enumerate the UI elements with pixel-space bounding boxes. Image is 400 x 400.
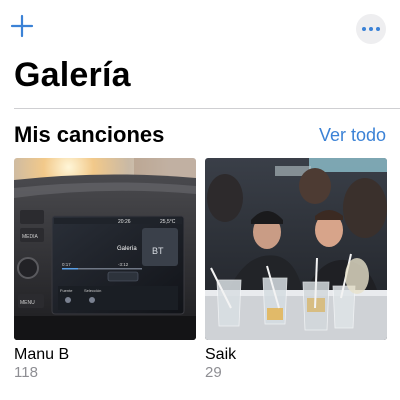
song-card-manu-b[interactable]: MEDIA MENU 20:26 25,5°C Galería BT 0:17 … (14, 158, 196, 382)
card-title: Saik (205, 346, 237, 363)
plus-icon (10, 14, 34, 38)
screen-selection-label: Selección (84, 288, 101, 293)
screen-source-label: Fuente (60, 288, 73, 293)
card-title: Manu B (14, 346, 70, 363)
screen-time-right: -3:12 (118, 262, 129, 267)
album-thumbnail[interactable]: MEDIA MENU 20:26 25,5°C Galería BT 0:17 … (14, 158, 196, 340)
more-options-button[interactable] (356, 14, 386, 44)
see-all-link[interactable]: Ver todo (319, 125, 386, 146)
page-title: Galería (14, 56, 131, 94)
song-card-saik[interactable]: Saik 29 (205, 158, 387, 382)
card-count: 118 (14, 364, 38, 381)
top-bar (0, 0, 400, 60)
party-photo (205, 158, 387, 340)
screen-clock: 20:26 (118, 219, 131, 225)
divider (14, 108, 400, 109)
dash-media-label: MEDIA (22, 234, 39, 240)
screen-time-left: 0:17 (62, 262, 71, 267)
ellipsis-icon (362, 27, 366, 31)
add-button[interactable] (8, 12, 36, 40)
screen-bt-label: BT (152, 246, 164, 256)
screen-title: Galería (117, 246, 137, 252)
dash-menu-label: MENU (20, 300, 35, 306)
section-title: Mis canciones (14, 122, 165, 147)
car-dashboard-photo: MEDIA MENU 20:26 25,5°C Galería BT 0:17 … (14, 158, 196, 340)
card-count: 29 (205, 364, 222, 381)
screen-temp: 25,5°C (160, 219, 176, 225)
album-thumbnail[interactable] (205, 158, 387, 340)
